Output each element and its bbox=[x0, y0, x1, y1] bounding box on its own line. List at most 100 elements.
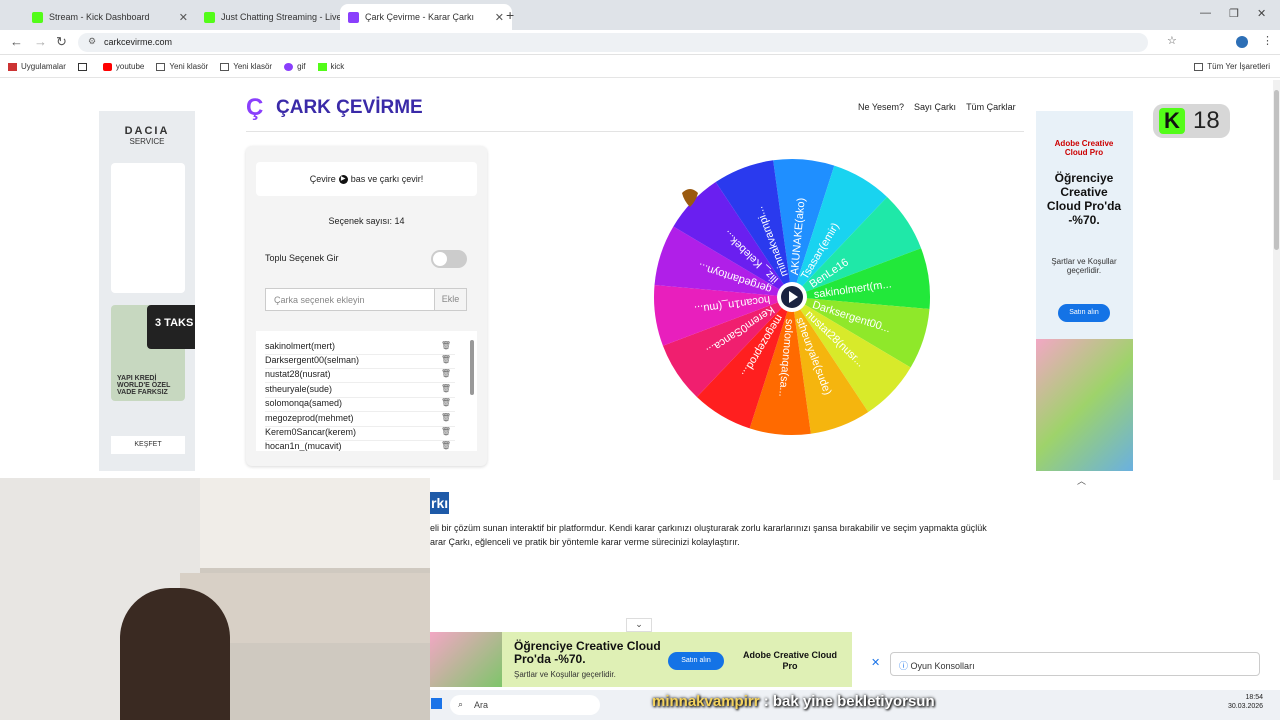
page-scrollbar-thumb[interactable] bbox=[1274, 90, 1279, 250]
nav-tum-carklar[interactable]: Tüm Çarklar bbox=[966, 102, 1016, 112]
decision-wheel[interactable]: AKUNAKE(ako)Tsasan(emir)BenLe16sakinolme… bbox=[652, 157, 932, 437]
star-icon[interactable]: ☆ bbox=[1167, 34, 1177, 47]
close-icon[interactable]: ✕ bbox=[179, 11, 188, 24]
list-item: hocan1n_(mucavit) 🗑 bbox=[265, 441, 455, 451]
oyun-konsollari-link[interactable]: ⓘ Oyun Konsolları bbox=[890, 652, 1260, 676]
list-scrollbar[interactable] bbox=[470, 340, 474, 395]
windows-start-icon[interactable] bbox=[431, 698, 442, 709]
ad-cta-button[interactable]: KEŞFET bbox=[111, 436, 185, 454]
kick-icon: K bbox=[1159, 108, 1185, 134]
ad-cta-button[interactable]: Satın alın bbox=[668, 652, 724, 670]
folder-icon bbox=[1194, 62, 1204, 71]
article-heading: rkı bbox=[430, 492, 449, 514]
bookmark-label: gif bbox=[297, 62, 306, 71]
spin-hint-text: Çevire bbox=[309, 174, 336, 184]
search-icon: ⌕ bbox=[458, 699, 464, 709]
bookmark-label: kick bbox=[330, 62, 345, 71]
url-text: carkcevirme.com bbox=[104, 37, 173, 47]
toggle-knob bbox=[433, 252, 447, 266]
bookmark-folder-2[interactable]: Yeni klasör bbox=[220, 62, 272, 71]
ad-brand: Adobe Creative Cloud Pro bbox=[1054, 139, 1114, 157]
tab-kick-dashboard[interactable]: Stream - Kick Dashboard ✕ bbox=[24, 4, 196, 30]
ad-bottom[interactable]: Öğrenciye Creative Cloud Pro'da -%70. Şa… bbox=[430, 632, 852, 687]
bookmark-label: Tüm Yer İşaretleri bbox=[1207, 62, 1270, 71]
list-item: Darksergent00(selman) 🗑 bbox=[265, 355, 455, 369]
bookmark-apps[interactable]: Uygulamalar bbox=[8, 62, 66, 71]
gif-icon bbox=[284, 62, 294, 71]
wall bbox=[200, 478, 430, 568]
menu-icon[interactable]: ⋮ bbox=[1262, 34, 1273, 47]
spin-hint-text: bas ve çarkı çevir! bbox=[350, 174, 424, 184]
option-text: stheuryale(sude) bbox=[265, 384, 333, 394]
bookmark-youtube[interactable]: youtube bbox=[102, 62, 144, 71]
trash-icon[interactable]: 🗑 bbox=[441, 384, 451, 393]
logo-icon: Ç bbox=[246, 94, 264, 121]
top-nav: Ne Yesem? Sayı Çarkı Tüm Çarklar bbox=[858, 102, 1016, 112]
back-icon[interactable]: ← bbox=[10, 34, 23, 49]
trash-icon[interactable]: 🗑 bbox=[441, 355, 451, 364]
page-scrollbar[interactable] bbox=[1273, 80, 1280, 480]
new-tab-button[interactable]: + bbox=[506, 7, 514, 23]
trash-icon[interactable]: 🗑 bbox=[441, 413, 451, 422]
trash-icon[interactable]: 🗑 bbox=[441, 398, 451, 407]
list-item: nustat28(nusrat) 🗑 bbox=[265, 369, 455, 383]
profile-avatar[interactable] bbox=[1236, 36, 1248, 48]
youtube-icon bbox=[102, 62, 112, 71]
option-text: sakinolmert(mert) bbox=[265, 341, 336, 351]
streamer bbox=[120, 588, 230, 720]
grid-icon bbox=[77, 62, 87, 71]
collapse-bottom-ad-icon[interactable]: ⌄ bbox=[626, 618, 652, 632]
chat-username: minnakvampirr bbox=[652, 693, 760, 710]
trash-icon[interactable]: 🗑 bbox=[441, 341, 451, 350]
viewer-count: 18 bbox=[1193, 107, 1220, 134]
article-line: arar Çarkı, eğlenceli ve pratik bir yönt… bbox=[430, 537, 740, 547]
nav-sayi-carki[interactable]: Sayı Çarkı bbox=[914, 102, 956, 112]
url-field[interactable]: ⚙ carkcevirme.com bbox=[78, 33, 1148, 52]
tab-cark-cevirme[interactable]: Çark Çevirme - Karar Çarkı ✕ bbox=[340, 4, 512, 30]
collapse-ad-icon[interactable]: ︿ bbox=[1077, 474, 1086, 487]
nav-ne-yesem[interactable]: Ne Yesem? bbox=[858, 102, 904, 112]
bookmark-gif[interactable]: gif bbox=[284, 62, 306, 71]
divider bbox=[246, 131, 1024, 132]
trash-icon[interactable]: 🗑 bbox=[441, 441, 451, 450]
kick-icon bbox=[204, 11, 215, 23]
clock[interactable]: 18:54 30.03.2026 bbox=[1228, 693, 1263, 711]
option-count: Seçenek sayısı: 14 bbox=[328, 216, 405, 226]
bookmark-all[interactable]: Tüm Yer İşaretleri bbox=[1194, 62, 1270, 71]
taskbar-search[interactable]: ⌕ Ara bbox=[450, 695, 600, 715]
close-icon[interactable]: ✕ bbox=[495, 11, 504, 24]
ad-right[interactable]: Adobe Creative Cloud Pro Öğrenciye Creat… bbox=[1036, 111, 1133, 471]
minimize-icon[interactable]: — bbox=[1200, 7, 1211, 19]
ad-sub: SERVICE bbox=[129, 137, 165, 146]
site-logo[interactable]: Ç ÇARK ÇEVİRME bbox=[246, 96, 423, 120]
reload-icon[interactable]: ↻ bbox=[56, 34, 67, 50]
trash-icon[interactable]: 🗑 bbox=[441, 369, 451, 378]
close-window-icon[interactable]: ✕ bbox=[1257, 7, 1266, 20]
list-item: stheuryale(sude) 🗑 bbox=[265, 384, 455, 398]
search-text: Ara bbox=[474, 700, 489, 710]
trash-icon[interactable]: 🗑 bbox=[441, 427, 451, 436]
ad-brand: Adobe Creative Cloud Pro bbox=[742, 650, 837, 671]
bookmark-kick[interactable]: kick bbox=[317, 62, 345, 71]
bookmark-folder-1[interactable]: Yeni klasör bbox=[156, 62, 208, 71]
bulk-toggle[interactable] bbox=[431, 250, 467, 268]
list-item: megozeprod(mehmet) 🗑 bbox=[265, 413, 455, 427]
ad-promo: 3 TAKS bbox=[147, 305, 195, 349]
ad-cta-button[interactable]: Satın alın bbox=[1058, 304, 1110, 322]
forward-icon[interactable]: → bbox=[34, 34, 47, 49]
tab-title: Çark Çevirme - Karar Çarkı bbox=[365, 12, 475, 22]
ad-left[interactable]: DACIA SERVICE 3 TAKS YAPI KREDİ WORLD'E … bbox=[99, 111, 195, 471]
bulk-label: Toplu Seçenek Gir bbox=[265, 253, 339, 263]
article-line: eli bir çözüm sunan interaktif bir platf… bbox=[430, 523, 987, 533]
site-icon bbox=[348, 11, 359, 23]
ad-headline: Öğrenciye Creative Cloud Pro'da -%70. bbox=[1046, 171, 1122, 227]
add-option-button[interactable]: Ekle bbox=[434, 288, 467, 311]
bookmark-grid[interactable] bbox=[77, 62, 91, 71]
restore-icon[interactable]: ❐ bbox=[1229, 7, 1239, 20]
ad-terms: Şartlar ve Koşullar geçerlidir. bbox=[514, 670, 616, 679]
site-info-icon[interactable]: ⚙ bbox=[88, 36, 96, 47]
close-ad-icon[interactable]: ✕ bbox=[871, 656, 880, 669]
add-option-input[interactable]: Çarka seçenek ekleyin bbox=[265, 288, 435, 311]
webcam-overlay bbox=[0, 478, 430, 720]
ad-bank-text: YAPI KREDİ WORLD'E ÖZEL VADE FARKSIZ bbox=[117, 375, 171, 396]
